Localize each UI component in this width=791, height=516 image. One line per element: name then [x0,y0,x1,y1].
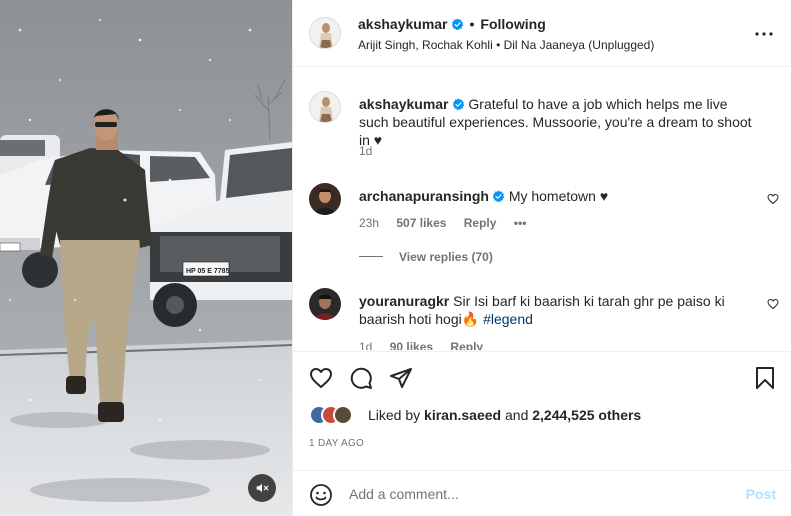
caption-time[interactable]: 1d [359,144,372,158]
caption-body: akshaykumar Grateful to have a job which… [359,95,759,149]
commenter-username[interactable]: archanapuransingh [359,188,489,204]
view-replies-label: View replies (70) [399,250,493,264]
comment-meta: 23h 507 likes Reply ••• [359,216,540,230]
mute-toggle-button[interactable] [248,474,276,502]
share-icon[interactable] [389,366,413,390]
comment-body: youranuragkr Sir Isi barf ki baarish ki … [359,292,759,328]
liker-avatar[interactable] [333,405,353,425]
post-details-panel: akshaykumar • Following Arijit Singh, Roch… [292,0,791,516]
post-header: akshaykumar • Following Arijit Singh, Roch… [293,0,791,67]
separator-dot: • [469,16,475,32]
liked-by-text: Liked by kiran.saeed and 2,244,525 other… [368,407,641,423]
commenter-username[interactable]: youranuragkr [359,293,449,309]
caption-username[interactable]: akshaykumar [359,96,449,112]
comment-reply-button[interactable]: Reply [450,340,483,350]
verified-badge-icon [451,18,463,31]
comment-reply-button[interactable]: Reply [464,216,497,230]
comment-item: archanapuransingh My hometown ♥ 23h 507 … [309,183,779,273]
comment-options-icon[interactable]: ••• [514,216,527,230]
author-line: akshaykumar • Following [358,16,546,32]
audio-attribution[interactable]: Arijit Singh, Rochak Kohli • Dil Na Jaan… [358,38,654,52]
more-options-icon[interactable] [754,26,774,42]
liked-by-and: and [505,407,529,423]
following-button[interactable]: Following [480,16,545,32]
comment-text: My hometown ♥ [508,188,609,204]
caption: akshaykumar Grateful to have a job which… [309,91,779,161]
comment-likes-count[interactable]: 507 likes [396,216,446,230]
audio-muted-icon [256,483,269,493]
replies-divider-line [359,256,383,257]
comment-body: archanapuransingh My hometown ♥ [359,187,759,205]
post-video-frame: HP 05 E 7785 [0,0,292,516]
post-comment-button[interactable]: Post [746,486,776,502]
caption-meta: 1d [359,144,386,158]
author-avatar[interactable] [309,91,341,123]
comment-time[interactable]: 1d [359,340,372,350]
post-date[interactable]: 1 DAY AGO [309,438,364,449]
bookmark-icon[interactable] [753,366,777,390]
heart-icon[interactable] [309,366,333,390]
comment-item: youranuragkr Sir Isi barf ki baarish ki … [309,288,779,350]
verified-badge-icon [452,98,464,111]
comments-section[interactable]: akshaykumar Grateful to have a job which… [293,68,791,350]
comment-icon[interactable] [349,366,373,390]
comment-input[interactable] [349,481,729,507]
comment-likes-count[interactable]: 90 likes [390,340,433,350]
post-media[interactable]: HP 05 E 7785 [0,0,292,516]
comment-meta: 1d 90 likes Reply [359,340,497,350]
author-username[interactable]: akshaykumar [358,16,448,32]
author-avatar[interactable] [309,17,341,49]
liked-by-user-link[interactable]: kiran.saeed [424,407,501,423]
view-replies-button[interactable]: View replies (70) [359,250,493,264]
verified-badge-icon [492,190,505,203]
emoji-icon[interactable] [309,483,333,507]
svg-text:HP 05 E 7785: HP 05 E 7785 [186,268,230,275]
comment-like-heart-icon[interactable] [767,298,779,310]
likes-count-link[interactable]: 2,244,525 others [532,407,641,423]
comment-like-heart-icon[interactable] [767,193,779,205]
commenter-avatar[interactable] [309,288,341,320]
liked-by-prefix: Liked by [368,407,421,423]
post-action-bar [293,351,791,403]
comment-time[interactable]: 23h [359,216,379,230]
commenter-avatar[interactable] [309,183,341,215]
add-comment-bar: Post [293,470,791,516]
hashtag-link[interactable]: #legend [483,311,533,327]
